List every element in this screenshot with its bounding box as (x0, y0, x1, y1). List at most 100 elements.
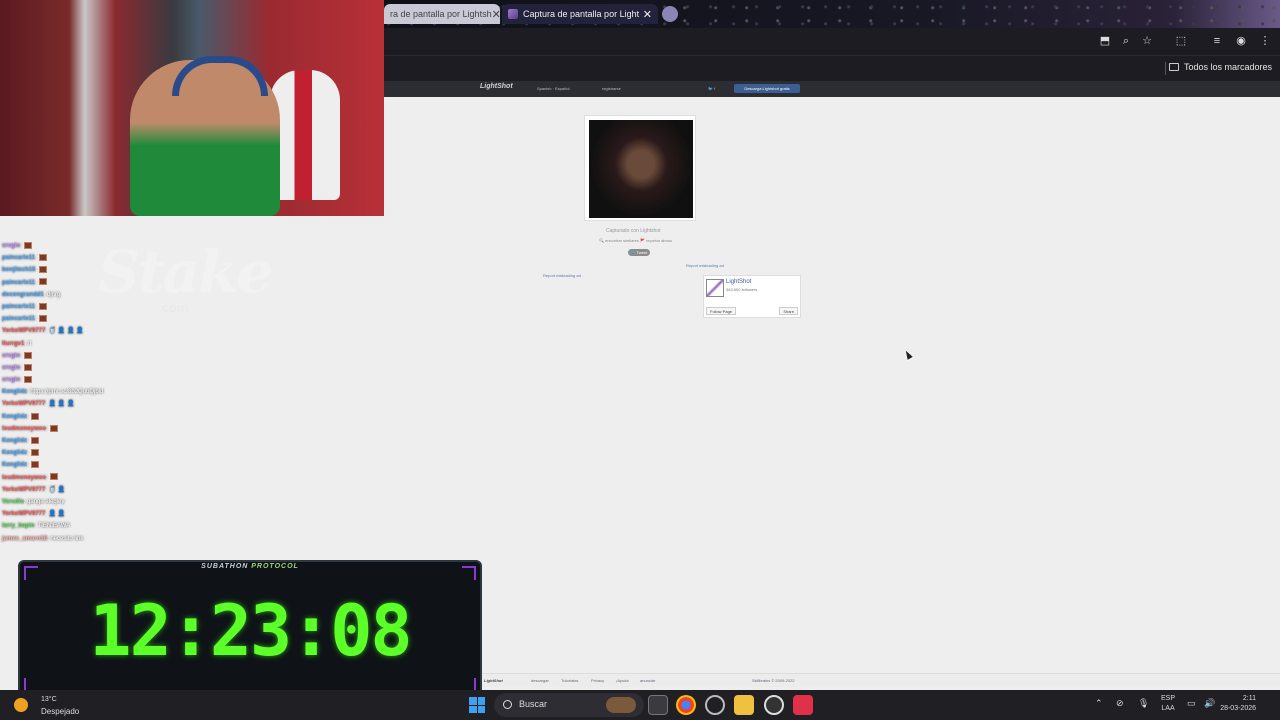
volume-icon[interactable]: 🔊 (1204, 698, 1215, 709)
screenshot-image[interactable] (584, 115, 696, 221)
lightshot-footer: LightShot descargar Tutoriales Privacy ¡… (384, 673, 1280, 687)
language-indicator[interactable]: ESP LAA (1161, 694, 1175, 714)
microphone-icon[interactable]: 🎙 (1138, 698, 1149, 709)
chat-username: YerkoWPV9777 (2, 511, 46, 518)
image-actions[interactable]: 🔍 encontrar similares 🚩 reportar abuso (599, 238, 672, 243)
chat-message: srvglo: (2, 362, 182, 374)
windows-start-icon[interactable] (469, 697, 485, 713)
chat-text: : (35, 303, 37, 310)
footer-link[interactable]: descargar (531, 678, 549, 683)
chat-username: loudmoneywoo (2, 474, 46, 481)
chevron-up-icon[interactable]: ⌃ (1095, 698, 1103, 709)
system-clock[interactable]: 2:11 28-03-2026 (1220, 694, 1256, 714)
extensions-icon[interactable]: ⬚ (1174, 34, 1188, 48)
footer-link[interactable]: Tutoriales (561, 678, 578, 683)
login-link[interactable]: registrarse (602, 86, 621, 91)
chat-text: : rt (24, 340, 32, 347)
emote-icon (30, 412, 39, 420)
follow-page-button[interactable]: Follow Page (706, 307, 737, 315)
captured-label: Capturado con Lightshot (606, 228, 661, 234)
emote-icon (23, 375, 32, 383)
account-icon[interactable]: ◉ (1234, 34, 1248, 48)
lang-code: ESP (1161, 695, 1176, 702)
footer-link[interactable]: anunciar (640, 678, 655, 683)
language-selector[interactable]: Spanish · Español (537, 86, 569, 91)
report-ad-link[interactable]: Report misleading ad (686, 263, 724, 268)
weather-temp: 13°C (41, 696, 57, 703)
chat-message: YerkoWPV9777: 🥤 👤 (2, 484, 182, 496)
bookmarks-bar: Todos los marcadores (384, 55, 1280, 81)
timer-title-a: SUBATHON (201, 563, 252, 570)
footer-link[interactable]: ¡Ayuda (616, 678, 629, 683)
chat-message: james_amaro18: necesito link (2, 533, 182, 545)
file-explorer-icon[interactable] (734, 695, 754, 715)
footer-copyright: Skillbrains © 2009-2022 (752, 678, 795, 683)
chat-message: YerkoWPV9777: 🥤 👤 👤 👤 (2, 325, 182, 337)
chat-username: bonjitech15 (2, 267, 36, 274)
clock-time: 2:11 (1242, 695, 1256, 702)
network-icon[interactable]: ⊘ (1116, 698, 1124, 709)
chat-username: loudmoneywoo (2, 425, 46, 432)
media-icon[interactable]: ≡ (1210, 34, 1224, 48)
chat-username: srvglo (2, 364, 21, 371)
chat-username: srvglo (2, 377, 21, 384)
report-ad-link[interactable]: Report misleading ad (543, 273, 581, 278)
chat-username: srvglo (2, 243, 21, 249)
emote-icon (49, 473, 58, 481)
chat-text: : (20, 364, 22, 371)
chat-username: srvglo (2, 352, 21, 359)
fb-follower-count: 363,650 followers (726, 287, 758, 292)
mouse-cursor-icon (901, 347, 915, 362)
tab-label: ra de pantalla por Lightsh (390, 9, 492, 19)
chat-message: bonjitech15: (2, 264, 182, 276)
search-box[interactable]: Buscar (494, 693, 644, 717)
chat-username: Kenglidz (2, 450, 27, 457)
chat-message: Kenglidz: (2, 435, 182, 447)
chat-username: paincarlo11 (2, 303, 36, 310)
emote-icon (30, 436, 39, 444)
fb-page-name[interactable]: LightShot (726, 279, 751, 285)
tab-lightshot-active[interactable]: Captura de pantalla por Light ✕ (502, 4, 658, 24)
download-button[interactable]: Descarga Lightshot gratis (734, 84, 800, 93)
chat-text: : 👤 👤 (45, 511, 66, 518)
profile-avatar[interactable] (662, 6, 678, 22)
lightshot-logo[interactable]: LightShot (480, 83, 513, 90)
footer-link[interactable]: Privacy (591, 678, 604, 683)
chat-message: Varudia: ganga alegley (2, 496, 182, 508)
display-icon[interactable]: ▭ (1187, 698, 1196, 709)
app-icon[interactable] (705, 695, 725, 715)
chat-message: paincarlo11: (2, 252, 182, 264)
chrome-icon[interactable] (676, 695, 696, 715)
zoom-icon[interactable]: ⌕ (1119, 34, 1133, 48)
close-icon[interactable]: ✕ (492, 8, 500, 21)
tab-lightshot-prev[interactable]: ra de pantalla por Lightsh ✕ (384, 4, 500, 24)
close-icon[interactable]: ✕ (643, 8, 652, 21)
all-bookmarks-button[interactable]: Todos los marcadores (1168, 62, 1272, 72)
chat-username: paincarlo11 (2, 316, 36, 323)
tweet-button[interactable]: 🐦 Tweet (628, 249, 650, 256)
chat-text: : djnrg (43, 291, 61, 298)
social-icons[interactable]: 🐦 f (708, 86, 715, 91)
chat-text: : (27, 462, 29, 469)
chat-username: Kenglidz (2, 462, 27, 469)
chat-username: Kenglidz (2, 413, 27, 420)
menu-icon[interactable]: ⋮ (1258, 34, 1272, 48)
footer-logo[interactable]: LightShot (484, 678, 503, 683)
chat-message: Iturrgv1: rt (2, 338, 182, 350)
fb-actions: Follow Page Share (706, 307, 798, 315)
star-icon[interactable]: ☆ (1140, 34, 1154, 48)
chat-text: : (35, 255, 37, 262)
install-icon[interactable]: ⬒ (1098, 34, 1112, 48)
chat-text: : 🥤 👤 👤 👤 (45, 328, 84, 335)
emote-icon (30, 449, 39, 457)
chat-message: Kenglidz: https://prnt.sc/8b2QubQjbld (2, 386, 182, 398)
share-button[interactable]: Share (779, 307, 798, 315)
timer-value: 12:23:08 (89, 590, 412, 672)
task-view-icon[interactable] (648, 695, 668, 715)
clock-date: 28-03-2026 (1220, 705, 1256, 712)
chat-overlay: srvglo: paincarlo11: bonjitech15: paincarlo… (2, 240, 182, 545)
app-icon[interactable] (793, 695, 813, 715)
chat-text: : TIENIEAWA (34, 523, 71, 530)
chat-message: YerkoWPV9777: 👤 👤 👤 (2, 398, 182, 410)
media-player-icon[interactable] (764, 695, 784, 715)
